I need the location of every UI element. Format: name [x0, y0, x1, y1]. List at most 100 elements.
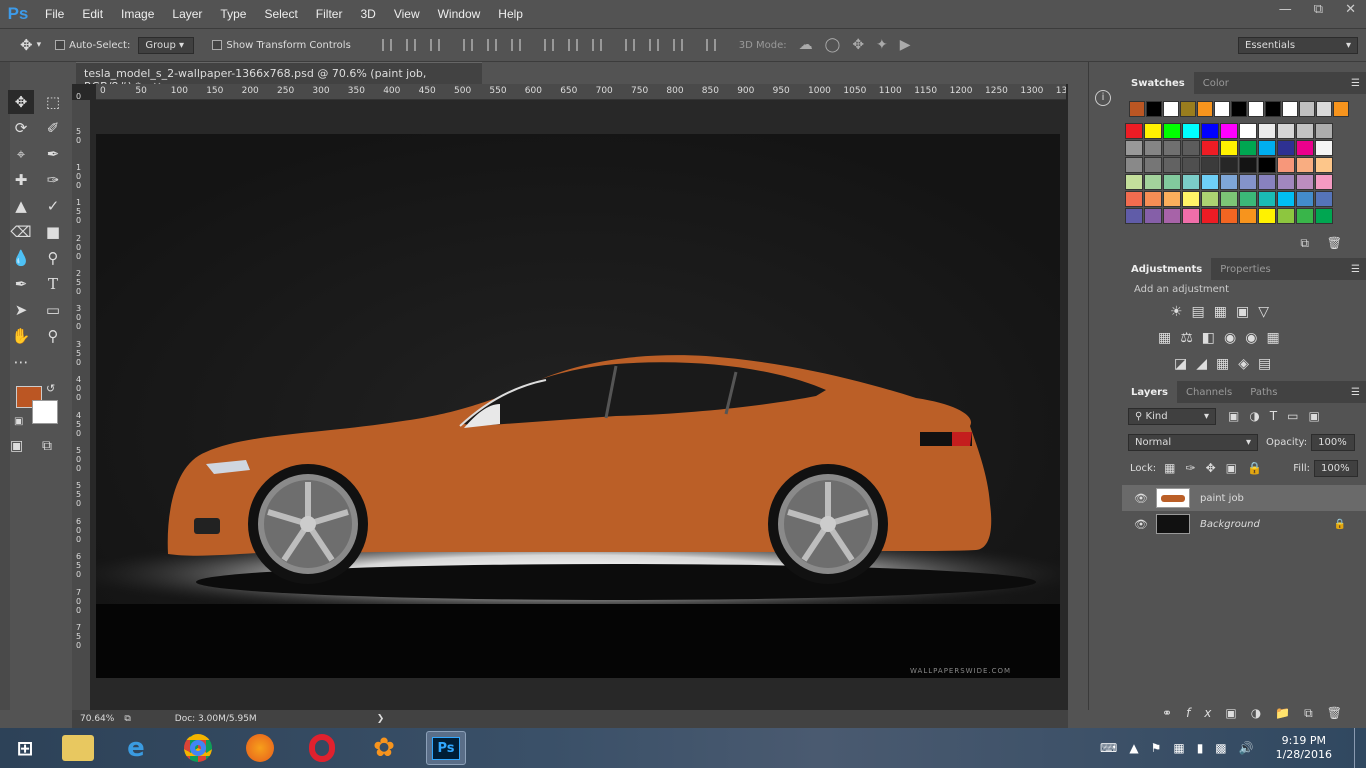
tab-layers[interactable]: Layers — [1122, 381, 1177, 403]
layer-name[interactable]: paint job — [1200, 493, 1244, 504]
swatch[interactable] — [1163, 208, 1181, 224]
swatch[interactable] — [1201, 140, 1219, 156]
swatch[interactable] — [1182, 174, 1200, 190]
swatch[interactable] — [1258, 123, 1276, 139]
swatch[interactable] — [1333, 101, 1349, 117]
swatch[interactable] — [1163, 157, 1181, 173]
swatch[interactable] — [1201, 123, 1219, 139]
layer-actions[interactable]: ⚭fx▣◑📁⧉🗑 — [1162, 706, 1356, 721]
keyboard-icon[interactable]: ⌨ — [1100, 741, 1117, 755]
lock-icons[interactable]: ▦✑✥▣🔒 — [1164, 461, 1272, 475]
clock[interactable]: 9:19 PM 1/28/2016 — [1276, 734, 1332, 762]
swatch[interactable] — [1144, 208, 1162, 224]
layer-row-background[interactable]: 👁 Background 🔒 — [1122, 511, 1366, 537]
screen-mode-icon[interactable]: ⧉ — [42, 438, 52, 454]
menu-type[interactable]: Type — [211, 7, 255, 21]
opacity-input[interactable]: 100% — [1311, 433, 1356, 451]
lasso-tool-icon[interactable]: ⟳ — [8, 116, 34, 140]
eyedropper-tool-icon[interactable]: ✒ — [40, 142, 66, 166]
gradient-tool-icon[interactable]: ■ — [40, 220, 66, 244]
delete-swatch-icon[interactable]: 🗑 — [1327, 236, 1342, 250]
panel-menu-icon[interactable]: ☰ — [1351, 78, 1360, 89]
layer-row-paint-job[interactable]: 👁 paint job — [1122, 485, 1366, 511]
layer-filter-dropdown[interactable]: ⚲ Kind ▾ — [1128, 407, 1216, 425]
swatch[interactable] — [1316, 101, 1332, 117]
swatch[interactable] — [1315, 123, 1333, 139]
swatch[interactable] — [1239, 157, 1257, 173]
swatch[interactable] — [1239, 191, 1257, 207]
opera-icon[interactable] — [302, 731, 342, 765]
swatch[interactable] — [1201, 174, 1219, 190]
swatch[interactable] — [1277, 157, 1295, 173]
swatch[interactable] — [1296, 191, 1314, 207]
swatch[interactable] — [1201, 191, 1219, 207]
background-color-swatch[interactable] — [32, 400, 58, 424]
menu-image[interactable]: Image — [112, 7, 163, 21]
swatch[interactable] — [1277, 174, 1295, 190]
path-select-tool-icon[interactable]: ➤ — [8, 298, 34, 322]
type-tool-icon[interactable]: T — [40, 272, 66, 296]
auto-align-icon[interactable] — [705, 39, 716, 51]
minimize-icon[interactable]: — — [1279, 2, 1292, 17]
close-icon[interactable]: ✕ — [1345, 2, 1356, 17]
swatch[interactable] — [1299, 101, 1315, 117]
tab-color[interactable]: Color — [1194, 78, 1238, 89]
swatch[interactable] — [1182, 123, 1200, 139]
swatch[interactable] — [1197, 101, 1213, 117]
workspace-dropdown[interactable]: Essentials ▾ — [1238, 36, 1358, 54]
photoshop-taskbar-button[interactable]: Ps — [426, 731, 466, 765]
marquee-tool-icon[interactable]: ⬚ — [40, 90, 66, 114]
volume-icon[interactable]: 🔊 — [1239, 741, 1254, 755]
battery-icon[interactable]: ▮ — [1197, 741, 1204, 755]
swatch[interactable] — [1182, 191, 1200, 207]
swatch[interactable] — [1144, 140, 1162, 156]
swatch[interactable] — [1125, 123, 1143, 139]
export-icon[interactable]: ⧉ — [124, 714, 130, 724]
swatch[interactable] — [1277, 123, 1295, 139]
ruler-vertical[interactable]: 0 5 0 1 0 0 1 5 0 2 0 0 2 5 0 3 0 0 3 5 0 4 0 0 4… — [72, 92, 90, 710]
swatch[interactable] — [1239, 140, 1257, 156]
quick-select-tool-icon[interactable]: ✐ — [40, 116, 66, 140]
menu-filter[interactable]: Filter — [307, 7, 352, 21]
swatch[interactable] — [1296, 157, 1314, 173]
rectangle-tool-icon[interactable]: ▭ — [40, 298, 66, 322]
zoom-level[interactable]: 70.64% — [80, 714, 114, 724]
align-top-icon[interactable] — [381, 39, 392, 51]
swatch[interactable] — [1182, 208, 1200, 224]
signal-icon[interactable]: ▩ — [1215, 741, 1226, 755]
windows-start-icon[interactable]: ⊞ — [10, 731, 40, 765]
pen-tool-icon[interactable]: ✒ — [8, 272, 34, 296]
swatch[interactable] — [1163, 101, 1179, 117]
align-right-icon[interactable] — [510, 39, 521, 51]
flag-icon[interactable]: ⚑ — [1151, 741, 1162, 755]
zoom-tool-icon[interactable]: ⚲ — [40, 324, 66, 348]
align-bottom-icon[interactable] — [429, 39, 440, 51]
quick-mask-icon[interactable]: ▣ — [10, 438, 23, 454]
swatch[interactable] — [1282, 101, 1298, 117]
distribute-right-icon[interactable] — [672, 39, 683, 51]
swatch[interactable] — [1220, 174, 1238, 190]
panel-menu-icon[interactable]: ☰ — [1351, 387, 1360, 398]
menu-3d[interactable]: 3D — [351, 7, 384, 21]
distribute-hcenter-icon[interactable] — [648, 39, 659, 51]
document-tab[interactable]: tesla_model_s_2-wallpaper-1366x768.psd @… — [76, 62, 482, 93]
3d-mode-icons[interactable]: ☁◯✥✦▶ — [799, 37, 923, 53]
file-explorer-icon[interactable] — [62, 735, 94, 761]
image-canvas[interactable]: WALLPAPERSWIDE.COM — [96, 134, 1060, 678]
swatch[interactable] — [1258, 140, 1276, 156]
swatch[interactable] — [1258, 191, 1276, 207]
swatch[interactable] — [1258, 174, 1276, 190]
swatch[interactable] — [1146, 101, 1162, 117]
align-left-icon[interactable] — [462, 39, 473, 51]
swatch[interactable] — [1125, 208, 1143, 224]
layer-name[interactable]: Background — [1200, 519, 1260, 530]
status-arrow-icon[interactable]: ❯ — [377, 714, 385, 724]
swatch[interactable] — [1315, 208, 1333, 224]
swatch[interactable] — [1144, 123, 1162, 139]
swatch[interactable] — [1258, 157, 1276, 173]
swatch[interactable] — [1144, 191, 1162, 207]
menu-select[interactable]: Select — [255, 7, 306, 21]
dodge-tool-icon[interactable]: ⚲ — [40, 246, 66, 270]
swatch[interactable] — [1182, 157, 1200, 173]
distribute-vcenter-icon[interactable] — [567, 39, 578, 51]
